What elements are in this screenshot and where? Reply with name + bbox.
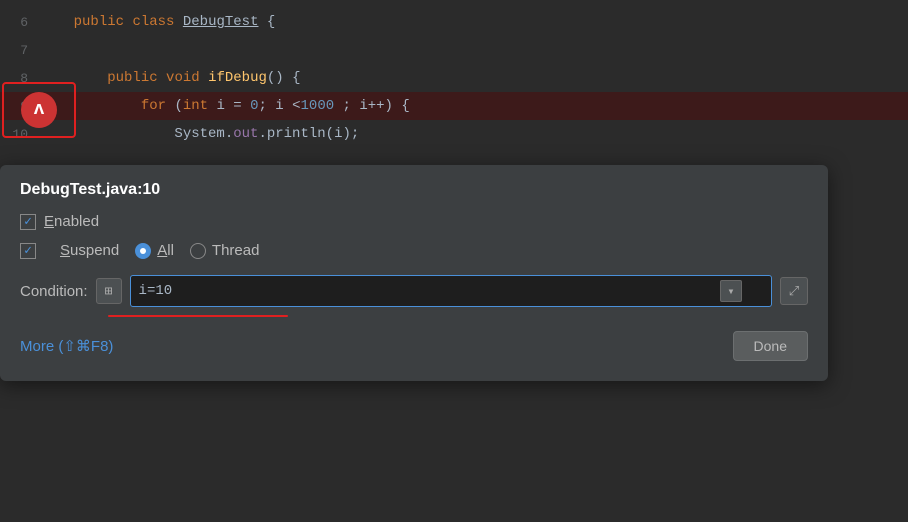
breakpoint-symbol: ʌ xyxy=(34,100,45,120)
code-content-6: public class DebugTest { xyxy=(40,14,275,30)
enabled-checkbox[interactable] xyxy=(20,214,36,230)
all-radio[interactable] xyxy=(135,243,151,259)
suspend-row: Suspend All Thread xyxy=(20,242,808,259)
condition-input[interactable] xyxy=(130,275,772,307)
condition-dropdown-arrow[interactable]: ▾ xyxy=(720,280,742,302)
code-line-8: 8 public void ifDebug() { xyxy=(0,64,908,92)
more-link[interactable]: More (⇧⌘F8) xyxy=(20,337,113,355)
thread-label: Thread xyxy=(212,242,260,259)
expand-button[interactable]: ⤢ xyxy=(780,277,808,305)
condition-row: Condition: ⊞ ▾ ⤢ xyxy=(20,275,808,307)
error-underline xyxy=(108,315,288,317)
code-line-7: 7 xyxy=(0,36,908,64)
code-content-9: for (int i = 0; i <1000 ; i++) { xyxy=(40,98,410,114)
breakpoint-icon: ʌ xyxy=(21,92,57,128)
chevron-down-icon: ▾ xyxy=(727,284,734,299)
line-number-7: 7 xyxy=(0,43,40,58)
expand-icon: ⤢ xyxy=(789,284,799,299)
suspend-checkbox[interactable] xyxy=(20,243,36,259)
line-number-6: 6 xyxy=(0,15,40,30)
code-content-8: public void ifDebug() { xyxy=(40,70,300,86)
all-label: All xyxy=(157,242,174,259)
all-radio-option[interactable]: All xyxy=(135,242,174,259)
code-line-9: 9 for (int i = 0; i <1000 ; i++) { xyxy=(0,92,908,120)
code-content-7 xyxy=(40,42,48,58)
condition-label: Condition: xyxy=(20,283,88,300)
dialog-title: DebugTest.java:10 xyxy=(20,181,808,199)
breakpoint-box[interactable]: ʌ xyxy=(2,82,76,138)
dialog-footer: More (⇧⌘F8) Done xyxy=(20,331,808,361)
code-line-6: 6 public class DebugTest { xyxy=(0,8,908,36)
thread-radio-option[interactable]: Thread xyxy=(190,242,260,259)
enabled-row: Enabled xyxy=(20,213,808,230)
code-content-10: System.out.println(i); xyxy=(40,126,359,142)
suspend-label: Suspend xyxy=(60,242,119,259)
done-button[interactable]: Done xyxy=(733,331,808,361)
enabled-label: Enabled xyxy=(44,213,99,230)
debug-dialog: DebugTest.java:10 Enabled Suspend All Th… xyxy=(0,165,828,381)
code-line-10: 10 System.out.println(i); xyxy=(0,120,908,148)
condition-icon-button[interactable]: ⊞ xyxy=(96,278,122,304)
condition-input-wrapper: ▾ xyxy=(130,275,772,307)
thread-radio[interactable] xyxy=(190,243,206,259)
condition-doc-icon: ⊞ xyxy=(105,284,113,299)
